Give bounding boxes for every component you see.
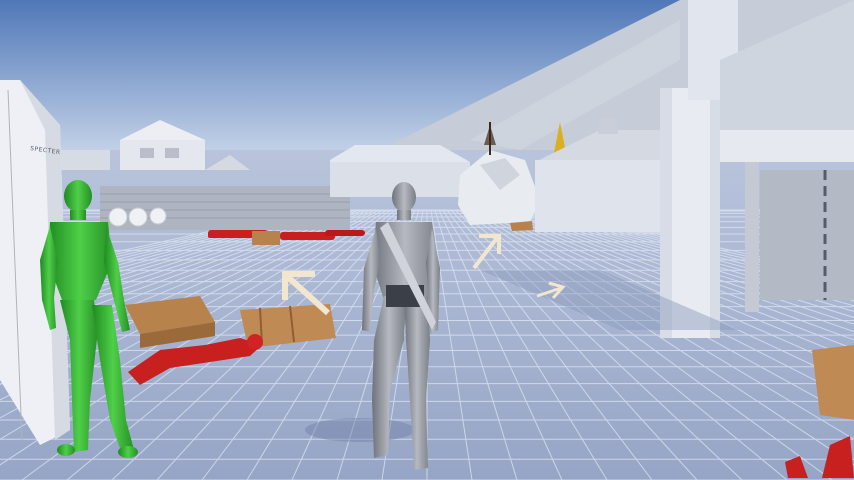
game-viewport[interactable]: SPECTER (0, 0, 854, 480)
enemy-downed-mid[interactable] (208, 232, 230, 238)
